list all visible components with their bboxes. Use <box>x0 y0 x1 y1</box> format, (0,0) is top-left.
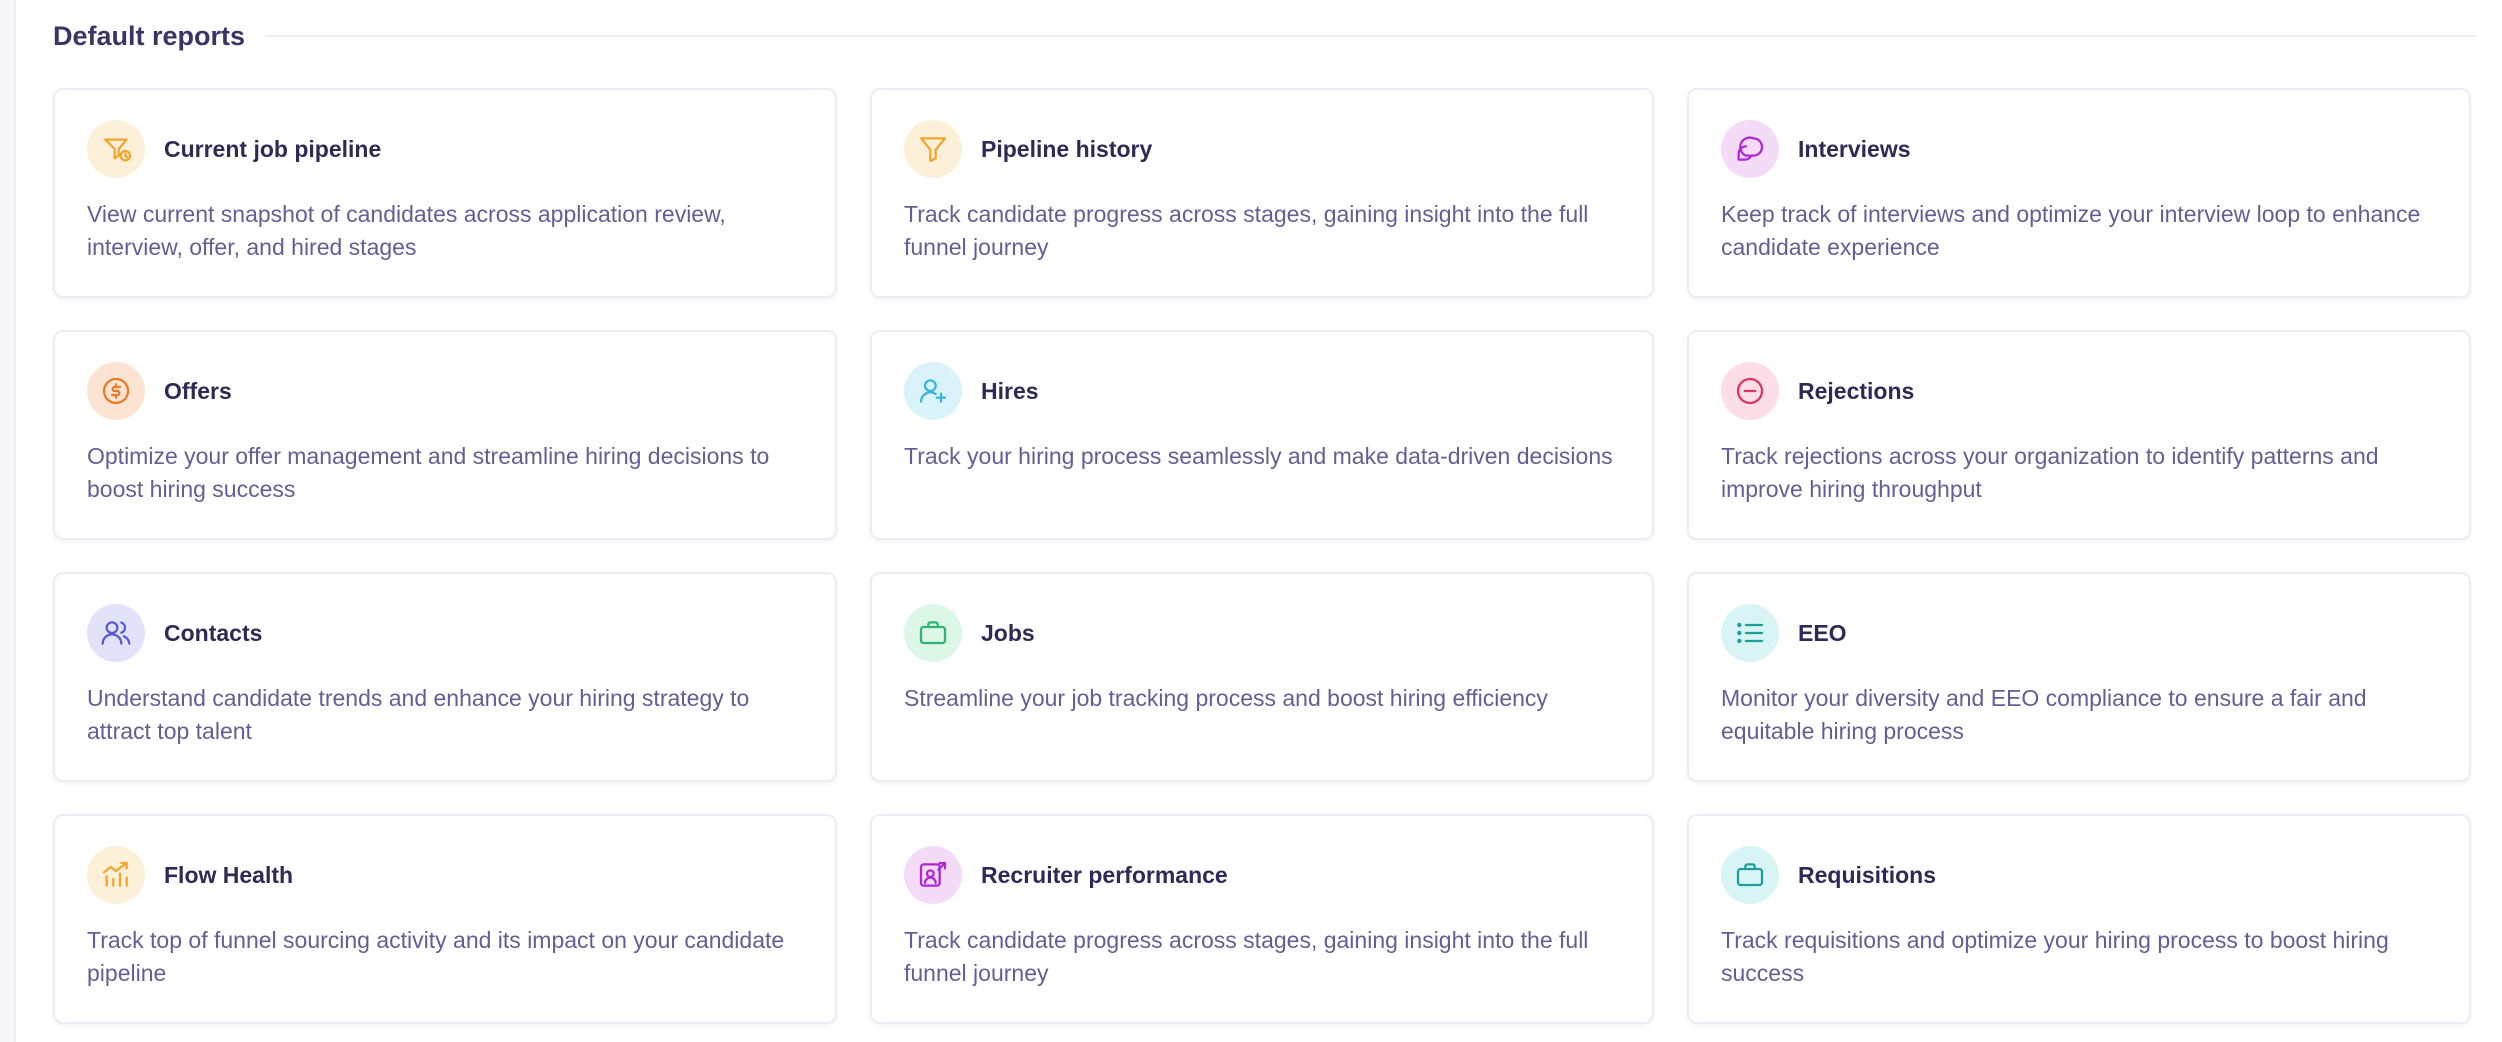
briefcase-icon <box>1721 846 1779 904</box>
user-chart-icon <box>904 846 962 904</box>
report-description: Optimize your offer management and strea… <box>87 443 770 502</box>
report-card-current-job-pipeline[interactable]: Current job pipeline View current snapsh… <box>53 88 837 298</box>
report-description: Monitor your diversity and EEO complianc… <box>1721 685 2367 744</box>
report-description: View current snapshot of candidates acro… <box>87 201 726 260</box>
report-title: Pipeline history <box>981 135 1153 162</box>
section-divider <box>265 35 2475 37</box>
report-title: Hires <box>981 377 1039 404</box>
user-plus-icon <box>904 362 962 420</box>
report-card-recruiter-performance[interactable]: Recruiter performance Track candidate pr… <box>870 814 1654 1024</box>
report-title: Requisitions <box>1798 861 1937 888</box>
report-card-hires[interactable]: Hires Track your hiring process seamless… <box>870 330 1654 540</box>
report-title: Offers <box>164 377 232 404</box>
report-description: Keep track of interviews and optimize yo… <box>1721 201 2421 260</box>
report-description: Track candidate progress across stages, … <box>904 927 1589 986</box>
report-description: Track rejections across your organizatio… <box>1721 443 2379 502</box>
section-header: Default reports <box>53 14 2475 58</box>
section-title: Default reports <box>53 20 246 51</box>
report-card-contacts[interactable]: Contacts Understand candidate trends and… <box>53 572 837 782</box>
briefcase-icon <box>904 604 962 662</box>
users-icon <box>87 604 145 662</box>
report-description: Track requisitions and optimize your hir… <box>1721 927 2389 986</box>
report-title: EEO <box>1798 619 1847 646</box>
report-description: Track your hiring process seamlessly and… <box>904 443 1613 469</box>
list-icon <box>1721 604 1779 662</box>
bar-chart-trend-icon <box>87 846 145 904</box>
report-card-flow-health[interactable]: Flow Health Track top of funnel sourcing… <box>53 814 837 1024</box>
chat-bubbles-icon <box>1721 120 1779 178</box>
report-card-requisitions[interactable]: Requisitions Track requisitions and opti… <box>1687 814 2471 1024</box>
report-title: Rejections <box>1798 377 1915 404</box>
report-card-rejections[interactable]: Rejections Track rejections across your … <box>1687 330 2471 540</box>
dollar-coin-icon <box>87 362 145 420</box>
reports-grid: Current job pipeline View current snapsh… <box>53 88 2473 1024</box>
report-title: Interviews <box>1798 135 1911 162</box>
report-title: Current job pipeline <box>164 135 382 162</box>
funnel-clock-icon <box>87 120 145 178</box>
funnel-icon <box>904 120 962 178</box>
report-description: Track candidate progress across stages, … <box>904 201 1589 260</box>
report-title: Contacts <box>164 619 263 646</box>
report-card-eeo[interactable]: EEO Monitor your diversity and EEO compl… <box>1687 572 2471 782</box>
report-title: Recruiter performance <box>981 861 1228 888</box>
report-card-jobs[interactable]: Jobs Streamline your job tracking proces… <box>870 572 1654 782</box>
report-description: Streamline your job tracking process and… <box>904 685 1548 711</box>
report-card-pipeline-history[interactable]: Pipeline history Track candidate progres… <box>870 88 1654 298</box>
report-card-offers[interactable]: Offers Optimize your offer management an… <box>53 330 837 540</box>
report-title: Jobs <box>981 619 1035 646</box>
minus-circle-icon <box>1721 362 1779 420</box>
report-description: Understand candidate trends and enhance … <box>87 685 750 744</box>
report-title: Flow Health <box>164 861 294 888</box>
report-card-interviews[interactable]: Interviews Keep track of interviews and … <box>1687 88 2471 298</box>
left-rail <box>0 0 16 1042</box>
report-description: Track top of funnel sourcing activity an… <box>87 927 785 986</box>
